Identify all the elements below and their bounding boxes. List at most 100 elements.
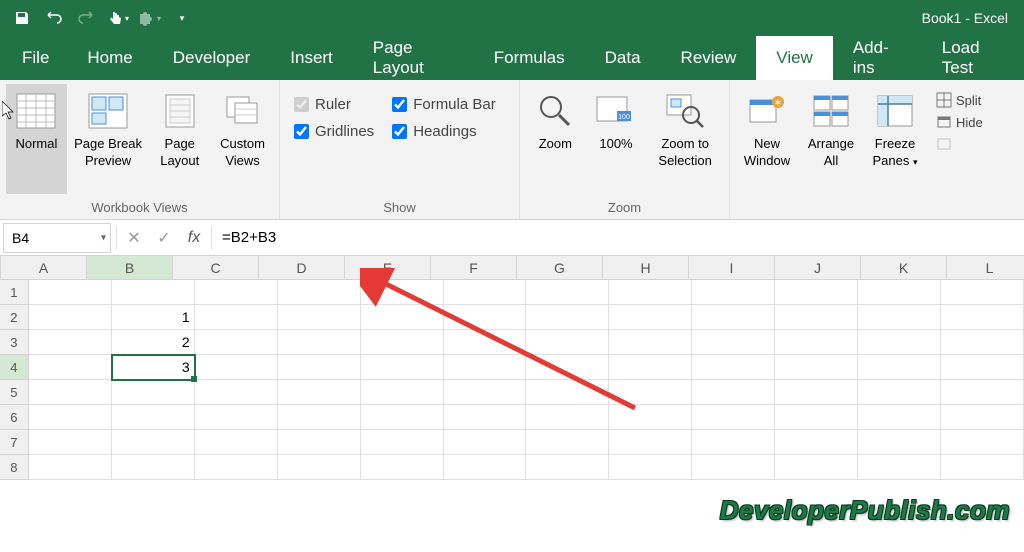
cell[interactable] [858, 380, 941, 405]
formula-bar-checkbox[interactable]: Formula Bar [392, 96, 496, 113]
new-window-button[interactable]: ✶ New Window [736, 84, 798, 194]
zoom-button[interactable]: Zoom [526, 84, 585, 194]
cell[interactable] [609, 330, 692, 355]
cell[interactable] [609, 455, 692, 480]
arrange-all-button[interactable]: Arrange All [800, 84, 862, 194]
cell[interactable] [278, 280, 361, 305]
cell[interactable] [941, 280, 1024, 305]
cell[interactable] [526, 280, 609, 305]
cell[interactable] [29, 355, 112, 380]
row-header[interactable]: 6 [0, 405, 29, 430]
cell[interactable] [941, 430, 1024, 455]
column-header[interactable]: L [947, 256, 1024, 279]
cell[interactable] [29, 280, 112, 305]
row-header[interactable]: 3 [0, 330, 29, 355]
cell[interactable] [526, 430, 609, 455]
cell[interactable] [775, 455, 858, 480]
cancel-formula-button[interactable]: ✕ [119, 223, 149, 253]
cell[interactable] [526, 405, 609, 430]
tab-view[interactable]: View [756, 36, 833, 80]
undo-button[interactable] [40, 4, 68, 32]
gridlines-checkbox[interactable]: Gridlines [294, 123, 374, 140]
cell[interactable] [278, 430, 361, 455]
cell[interactable] [858, 455, 941, 480]
page-layout-view-button[interactable]: Page Layout [149, 84, 210, 194]
cell[interactable] [112, 280, 195, 305]
zoom-100-button[interactable]: 100 100% [587, 84, 646, 194]
cell[interactable] [526, 380, 609, 405]
column-header[interactable]: G [517, 256, 603, 279]
row-header[interactable]: 5 [0, 380, 29, 405]
split-button[interactable]: Split [932, 90, 987, 110]
qat-customize-button[interactable]: ▾ [168, 4, 196, 32]
row-header[interactable]: 7 [0, 430, 29, 455]
cell[interactable] [195, 280, 278, 305]
cell[interactable] [609, 430, 692, 455]
cell[interactable] [858, 305, 941, 330]
cell[interactable] [444, 405, 527, 430]
touch-mode-button[interactable]: ▾ [104, 4, 132, 32]
cell[interactable] [609, 280, 692, 305]
cell[interactable] [29, 305, 112, 330]
cell[interactable] [195, 430, 278, 455]
unhide-button[interactable] [932, 134, 987, 154]
formula-input[interactable] [214, 223, 1024, 253]
cell[interactable] [609, 380, 692, 405]
cell[interactable] [775, 355, 858, 380]
fill-handle[interactable] [191, 376, 197, 382]
cell[interactable] [858, 430, 941, 455]
cell[interactable] [526, 355, 609, 380]
cell[interactable] [29, 430, 112, 455]
cell[interactable]: 2 [112, 330, 195, 355]
cell[interactable] [692, 455, 775, 480]
column-header[interactable]: H [603, 256, 689, 279]
row-header[interactable]: 2 [0, 305, 29, 330]
cell[interactable] [278, 455, 361, 480]
cell[interactable]: 3 [112, 355, 195, 380]
cell[interactable] [775, 430, 858, 455]
tab-insert[interactable]: Insert [270, 36, 353, 80]
cell[interactable] [444, 455, 527, 480]
cell[interactable] [692, 305, 775, 330]
cell[interactable] [361, 455, 444, 480]
cell[interactable]: 1 [112, 305, 195, 330]
cell[interactable] [112, 380, 195, 405]
cell[interactable] [361, 380, 444, 405]
column-header[interactable]: E [345, 256, 431, 279]
column-header[interactable]: D [259, 256, 345, 279]
cell[interactable] [361, 405, 444, 430]
name-box[interactable]: B4 ▾ [3, 223, 111, 253]
cell[interactable] [941, 380, 1024, 405]
cell[interactable] [29, 455, 112, 480]
tab-formulas[interactable]: Formulas [474, 36, 585, 80]
column-header[interactable]: B [87, 256, 173, 279]
tab-review[interactable]: Review [661, 36, 757, 80]
cell[interactable] [29, 405, 112, 430]
cell[interactable] [444, 280, 527, 305]
column-header[interactable]: A [1, 256, 87, 279]
cell[interactable] [858, 405, 941, 430]
row-header[interactable]: 8 [0, 455, 29, 480]
cell[interactable] [278, 380, 361, 405]
cell[interactable] [941, 455, 1024, 480]
normal-view-button[interactable]: Normal [6, 84, 67, 194]
cell[interactable] [195, 330, 278, 355]
page-break-preview-button[interactable]: Page Break Preview [69, 84, 148, 194]
tab-load-test[interactable]: Load Test [922, 36, 1024, 80]
cell[interactable] [775, 330, 858, 355]
headings-checkbox[interactable]: Headings [392, 123, 496, 140]
cell[interactable] [775, 280, 858, 305]
ruler-checkbox[interactable]: Ruler [294, 96, 374, 113]
cell[interactable] [278, 330, 361, 355]
cell[interactable] [775, 405, 858, 430]
cell[interactable] [526, 330, 609, 355]
cell[interactable] [941, 405, 1024, 430]
cell[interactable] [361, 430, 444, 455]
name-box-dropdown-icon[interactable]: ▾ [101, 232, 106, 243]
insert-function-button[interactable]: fx [179, 223, 209, 253]
redo-button[interactable] [72, 4, 100, 32]
enter-formula-button[interactable]: ✓ [149, 223, 179, 253]
cell[interactable] [858, 355, 941, 380]
cell[interactable] [361, 355, 444, 380]
cell[interactable] [941, 305, 1024, 330]
